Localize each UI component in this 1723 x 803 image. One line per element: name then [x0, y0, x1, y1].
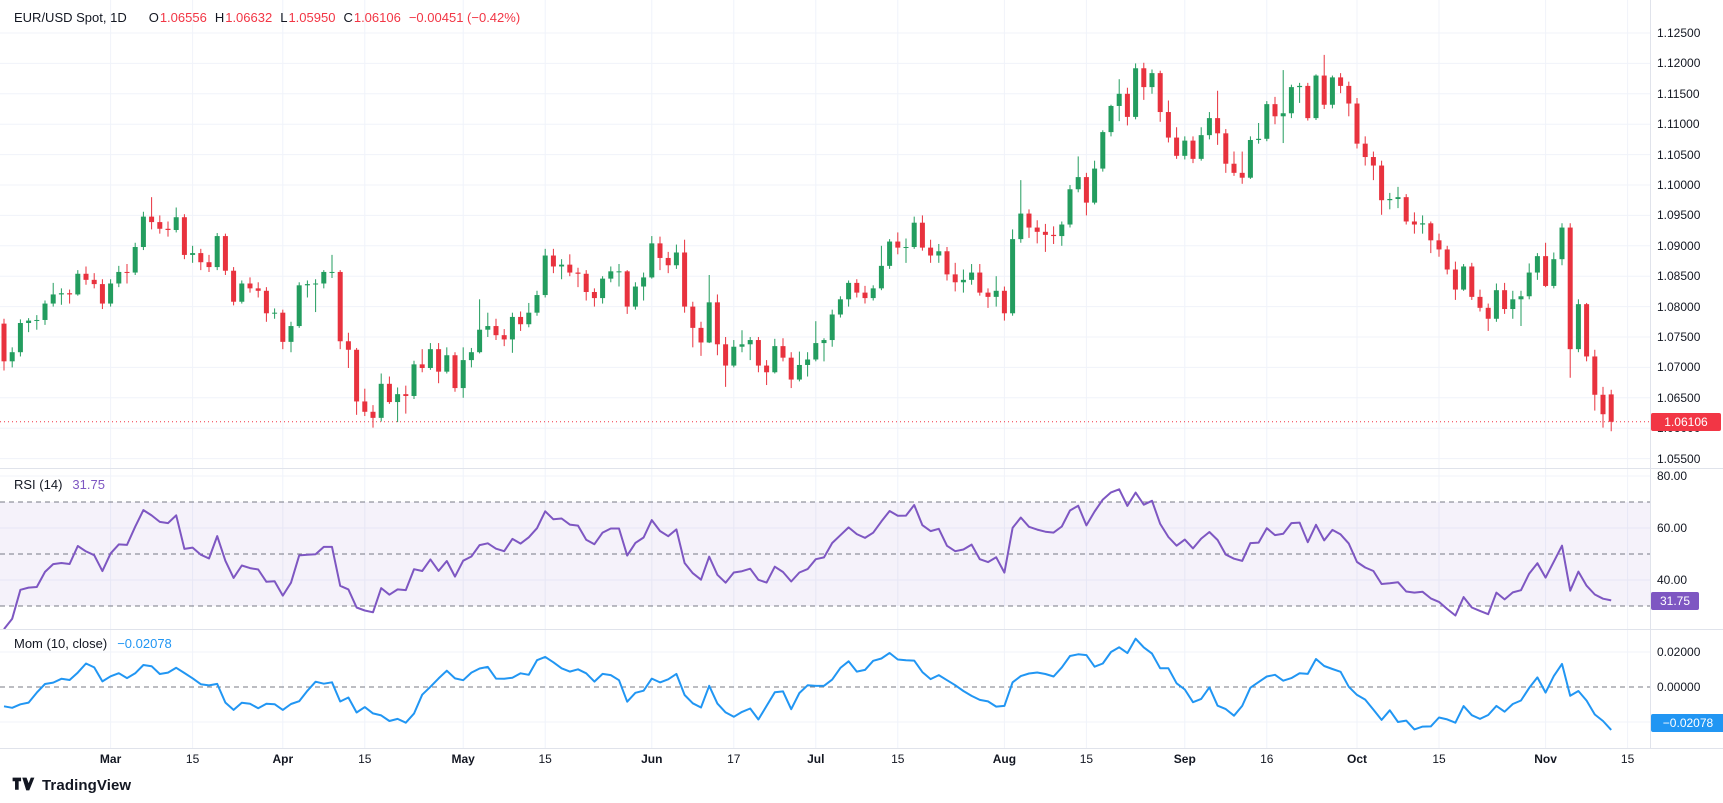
rsi-legend[interactable]: RSI (14) 31.75: [14, 477, 105, 492]
tradingview-chart: EUR/USD Spot, 1D O1.06556 H1.06632 L1.05950…: [0, 0, 1723, 803]
price-axis-label: 1.12500: [1657, 26, 1700, 40]
tradingview-logo-text: TradingView: [42, 777, 131, 794]
price-axis-label: 1.10000: [1657, 178, 1700, 192]
time-axis-label: 15: [1621, 752, 1634, 766]
time-axis-label: 16: [1260, 752, 1273, 766]
price-axis-label: 1.08000: [1657, 300, 1700, 314]
high-label: H: [215, 10, 224, 25]
time-axis-label: 15: [1080, 752, 1093, 766]
time-scale-axis[interactable]: [0, 748, 1650, 772]
time-axis-label: 15: [891, 752, 904, 766]
price-axis-label: 1.07000: [1657, 360, 1700, 374]
price-axis-label: 1.08500: [1657, 269, 1700, 283]
open-label: O: [149, 10, 159, 25]
mom-pane[interactable]: [0, 630, 1650, 748]
time-axis-label: Aug: [993, 752, 1016, 766]
mom-value: −0.02078: [117, 636, 172, 651]
time-axis-label: 15: [358, 752, 371, 766]
low-label: L: [280, 10, 287, 25]
rsi-last-value-badge: 31.75: [1651, 592, 1699, 610]
symbol-title: EUR/USD Spot, 1D: [14, 10, 127, 25]
tradingview-logo-icon: [12, 777, 35, 794]
open-value: 1.06556: [160, 10, 207, 25]
price-pane[interactable]: [0, 0, 1650, 468]
time-axis-label: Mar: [100, 752, 121, 766]
mom-label: Mom (10, close): [14, 636, 107, 651]
time-axis-label: 15: [186, 752, 199, 766]
high-value: 1.06632: [225, 10, 272, 25]
price-axis-label: 1.07500: [1657, 330, 1700, 344]
time-axis-label: Oct: [1347, 752, 1367, 766]
price-axis-label: 1.12000: [1657, 56, 1700, 70]
time-axis-label: Nov: [1534, 752, 1557, 766]
change-value: −0.00451 (−0.42%): [409, 10, 520, 25]
price-axis-label: 1.11500: [1657, 87, 1700, 101]
price-axis-label: 1.10500: [1657, 148, 1700, 162]
time-axis-label: Jun: [641, 752, 662, 766]
price-axis-label: 1.05500: [1657, 452, 1700, 466]
price-axis-label: 1.09500: [1657, 208, 1700, 222]
mom-last-value-badge: −0.02078: [1651, 714, 1723, 732]
time-axis-label: 15: [1432, 752, 1445, 766]
time-axis-label: Sep: [1174, 752, 1196, 766]
time-axis-label: Jul: [807, 752, 824, 766]
rsi-label: RSI (14): [14, 477, 62, 492]
price-axis-label: 1.06500: [1657, 391, 1700, 405]
close-value: 1.06106: [354, 10, 401, 25]
time-axis-label: Apr: [272, 752, 293, 766]
time-axis-label: May: [452, 752, 475, 766]
mom-axis-label: 0.02000: [1657, 645, 1700, 659]
rsi-value: 31.75: [72, 477, 105, 492]
time-axis-label: 15: [539, 752, 552, 766]
mom-legend[interactable]: Mom (10, close) −0.02078: [14, 636, 172, 651]
rsi-axis-label: 60.00: [1657, 521, 1687, 535]
last-price-badge: 1.06106: [1651, 413, 1721, 431]
symbol-legend[interactable]: EUR/USD Spot, 1D O1.06556 H1.06632 L1.05950…: [14, 10, 520, 25]
price-axis-label: 1.09000: [1657, 239, 1700, 253]
rsi-axis-label: 40.00: [1657, 573, 1687, 587]
rsi-pane[interactable]: [0, 469, 1650, 629]
close-label: C: [343, 10, 352, 25]
low-value: 1.05950: [288, 10, 335, 25]
mom-axis-label: 0.00000: [1657, 680, 1700, 694]
time-axis-label: 17: [727, 752, 740, 766]
rsi-axis-label: 80.00: [1657, 469, 1687, 483]
price-axis-label: 1.11000: [1657, 117, 1700, 131]
tradingview-logo[interactable]: TradingView: [12, 777, 131, 794]
